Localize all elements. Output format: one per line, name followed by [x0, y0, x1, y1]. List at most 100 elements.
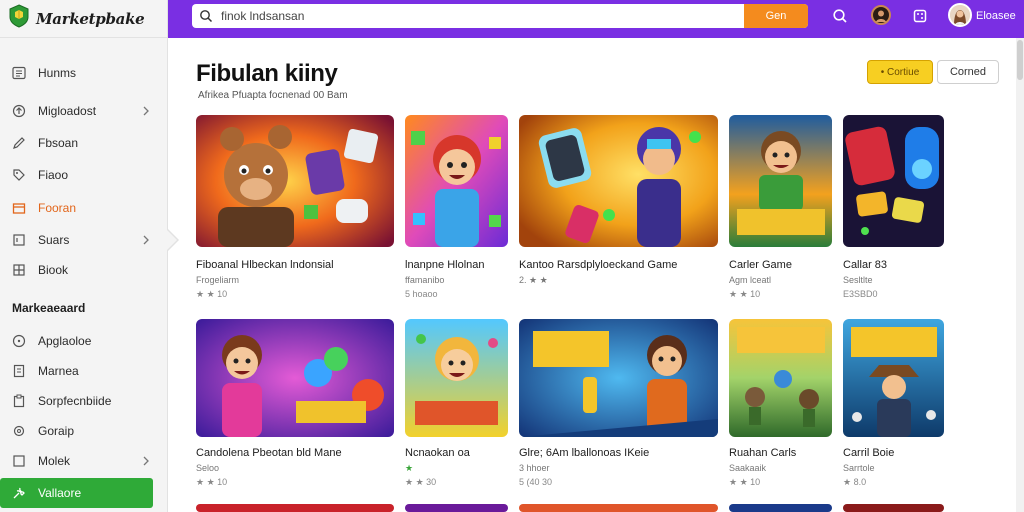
game-thumbnail[interactable] — [729, 115, 832, 247]
game-meta: Frogeliarm — [196, 275, 240, 285]
game-rating: ★ ★ 30 — [405, 477, 437, 487]
sidebar-item-label: Sorpfecnbiide — [38, 394, 112, 408]
game-thumbnail[interactable] — [405, 319, 508, 437]
game-rating: ★ 8.0 — [843, 477, 867, 487]
game-meta: Saakaaik — [729, 463, 767, 473]
sidebar-item-fbsoan[interactable]: Fbsoan — [0, 128, 167, 158]
sidebar: Marketpbake Hunms Migloadost Fbsoan Fiao… — [0, 0, 168, 512]
game-title[interactable]: Kantoo Rarsdplyloeckand Game — [519, 259, 677, 271]
sidebar-item-label: Fbsoan — [38, 136, 79, 150]
game-title[interactable]: Carler Game — [729, 259, 792, 271]
page-subtitle: Afrikea Pfuapta focnenad 00 Bam — [198, 90, 348, 101]
secondary-button[interactable]: Corned — [937, 60, 999, 84]
wrench-icon — [12, 486, 26, 500]
brand[interactable]: Marketpbake — [0, 0, 167, 38]
game-card[interactable]: Callar 83 Sesltlte E3SBD0 — [843, 115, 944, 305]
tag-icon — [12, 168, 26, 182]
brand-name: Marketpbake — [36, 9, 145, 28]
game-thumbnail[interactable] — [519, 319, 718, 437]
sidebar-item-apglaoloe[interactable]: Apglaoloe — [0, 326, 167, 356]
game-card[interactable]: Kantoo Rarsdplyloeckand Game 2. ★ ★ — [519, 115, 718, 305]
game-title[interactable]: lnanpne Hlolnan — [405, 259, 485, 271]
game-rating: 5 (40 30 — [519, 477, 553, 487]
sidebar-item-label: Molek — [38, 454, 71, 468]
game-card[interactable]: Fiboanal Hlbeckan lndonsial Frogeliarm ★… — [196, 115, 394, 305]
game-thumbnail[interactable] — [729, 319, 832, 437]
sidebar-item-label: Goraip — [38, 424, 75, 438]
sidebar-item-vallaore[interactable]: Vallaore — [0, 478, 153, 508]
game-meta: Sesltlte — [843, 275, 873, 285]
game-title[interactable]: Fiboanal Hlbeckan lndonsial — [196, 259, 334, 271]
search-icon — [200, 10, 213, 23]
game-thumbnail[interactable] — [405, 504, 508, 512]
game-thumbnail[interactable] — [519, 115, 718, 247]
top-bar: Gen Eloasee — [168, 0, 1024, 38]
search-bar: Gen — [192, 4, 808, 28]
game-thumbnail[interactable] — [843, 115, 944, 247]
game-card[interactable]: Ncnaokan oa ★ ★ ★ 30 — [405, 319, 508, 509]
primary-nav-2: Migloadost Fbsoan Fiaoo Fooran Suars Bio… — [0, 96, 167, 285]
game-card[interactable]: lnanpne Hlolnan ffamanibo 5 hoaoo — [405, 115, 508, 305]
sidebar-item-label: Hunms — [38, 66, 77, 80]
scrollbar[interactable] — [1016, 38, 1024, 512]
game-title[interactable]: Glre; 6Am lballonoas IKeie — [519, 447, 649, 459]
sidebar-item-label: Fooran — [38, 201, 77, 215]
game-meta: 2. ★ ★ — [519, 275, 548, 285]
game-thumbnail[interactable] — [405, 115, 508, 247]
main-content: Fibulan kiiny Afrikea Pfuapta focnenad 0… — [168, 38, 1024, 512]
game-thumbnail[interactable] — [843, 319, 944, 437]
game-card[interactable]: Carril Boie Sarrtole ★ 8.0 — [843, 319, 944, 509]
game-title[interactable]: Ncnaokan oa — [405, 447, 470, 459]
circle-icon — [12, 334, 26, 348]
scrollbar-thumb[interactable] — [1017, 40, 1023, 80]
game-thumbnail[interactable] — [196, 504, 394, 512]
game-controller-icon[interactable] — [910, 6, 930, 26]
sidebar-item-fooran[interactable]: Fooran — [0, 193, 167, 223]
document-icon — [12, 364, 26, 378]
search-icon[interactable] — [830, 6, 850, 26]
sidebar-item-migloadost[interactable]: Migloadost — [0, 96, 167, 126]
list-icon — [12, 66, 26, 80]
game-meta: ffamanibo — [405, 275, 445, 285]
game-card[interactable]: Carler Game Agm lceatl ★ ★ 10 — [729, 115, 832, 305]
game-card[interactable]: Glre; 6Am lballonoas IKeie 3 hhoer 5 (40… — [519, 319, 718, 509]
game-title[interactable]: Carril Boie — [843, 447, 894, 459]
upload-icon — [12, 104, 26, 118]
game-title[interactable]: Callar 83 — [843, 259, 887, 271]
sidebar-item-marnea[interactable]: Marnea — [0, 356, 167, 386]
game-thumbnail[interactable] — [729, 504, 832, 512]
search-input[interactable] — [221, 9, 761, 23]
game-title[interactable]: Ruahan Carls — [729, 447, 796, 459]
game-thumbnail[interactable] — [519, 504, 718, 512]
brand-logo-icon — [8, 4, 30, 33]
game-rating: E3SBD0 — [843, 289, 878, 299]
sidebar-item-molek[interactable]: Molek — [0, 446, 167, 476]
game-rating: ★ ★ 10 — [729, 289, 761, 299]
user-avatar[interactable] — [948, 3, 972, 27]
box-icon — [12, 201, 26, 215]
sidebar-item-biook[interactable]: Biook — [0, 255, 167, 285]
game-meta: Sarrtole — [843, 463, 875, 473]
clipboard-icon — [12, 394, 26, 408]
sidebar-item-hunms[interactable]: Hunms — [0, 58, 167, 88]
sidebar-item-suars[interactable]: Suars — [0, 225, 167, 255]
sidebar-item-label: Fiaoo — [38, 168, 69, 182]
game-card[interactable]: Ruahan Carls Saakaaik ★ ★ 10 — [729, 319, 832, 509]
square-icon — [12, 454, 26, 468]
user-name[interactable]: Eloasee — [976, 10, 1016, 22]
game-thumbnail[interactable] — [196, 319, 394, 437]
sidebar-item-label: Suars — [38, 233, 70, 247]
game-rating: ★ ★ 10 — [729, 477, 761, 487]
profile-avatar[interactable] — [871, 5, 891, 25]
sidebar-item-goraip[interactable]: Goraip — [0, 416, 167, 446]
sidebar-item-fiaoo[interactable]: Fiaoo — [0, 160, 167, 190]
continue-button[interactable]: • Cortiue — [867, 60, 933, 84]
search-button[interactable]: Gen — [744, 4, 808, 28]
sidebar-item-label: Migloadost — [38, 104, 97, 118]
sidebar-item-label: Marnea — [38, 364, 79, 378]
game-thumbnail[interactable] — [843, 504, 944, 512]
game-card[interactable]: Candolena Pbeotan bld Mane Seloo ★ ★ 10 — [196, 319, 394, 509]
game-title[interactable]: Candolena Pbeotan bld Mane — [196, 447, 342, 459]
game-thumbnail[interactable] — [196, 115, 394, 247]
sidebar-item-sorpfecnbiide[interactable]: Sorpfecnbiide — [0, 386, 167, 416]
